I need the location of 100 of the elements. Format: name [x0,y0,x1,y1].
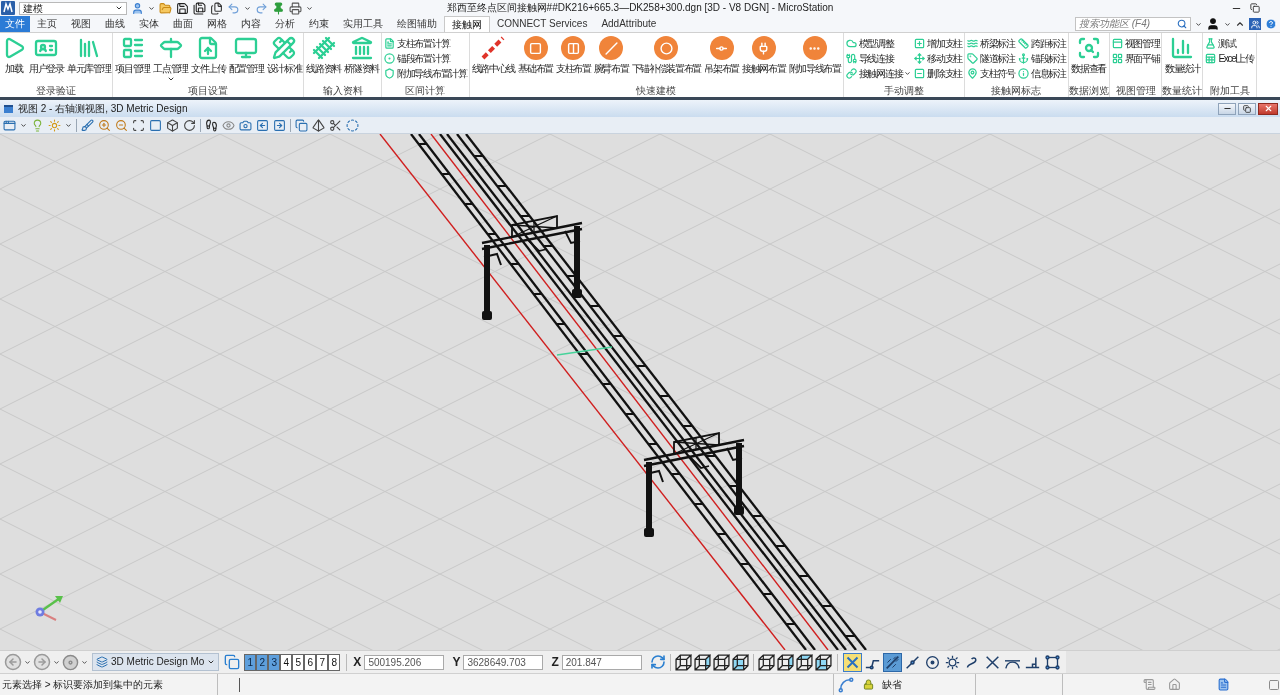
square-icon[interactable] [149,118,162,132]
view-cube-icon[interactable] [757,653,775,671]
square-arrow-left-icon[interactable] [256,118,269,132]
ribbon-tab[interactable]: 主页 [30,16,64,32]
view-number-button[interactable]: 1 [244,653,257,671]
save-all-icon[interactable] [193,1,206,15]
ribbon-button[interactable]: 接触网连接 [845,66,912,81]
ribbon-button[interactable]: 设计标准 [266,33,302,83]
ribbon-button[interactable]: 信息标注 [1017,66,1066,81]
view-cube-icon[interactable] [814,653,832,671]
footprints-icon[interactable] [205,118,218,132]
view-cube-icon[interactable] [693,653,711,671]
app-logo-icon[interactable] [1,1,15,15]
view-number-button[interactable]: 6 [304,653,317,671]
close-button[interactable] [1258,102,1278,115]
view-number-button[interactable]: 5 [292,653,305,671]
pyramid-icon[interactable] [312,118,325,132]
people-icon[interactable] [1249,18,1261,30]
ribbon-button[interactable]: 数量统计 [1165,33,1200,83]
ribbon-button[interactable]: 界面平铺 [1111,51,1160,66]
spline-icon[interactable] [837,675,856,694]
view-number-button[interactable]: 8 [328,653,341,671]
snap-button[interactable] [1042,652,1062,672]
document-icon[interactable] [1217,678,1230,691]
view-cube-icon[interactable] [795,653,813,671]
view-group-dropdown[interactable]: 3D Metric Design Mo [92,653,220,671]
caret-icon[interactable] [904,70,912,77]
coordinate-field[interactable]: 3628649.703 [463,654,544,670]
view-cube-icon[interactable] [712,653,730,671]
save-icon[interactable] [176,1,189,15]
snap-button[interactable] [842,652,862,672]
ribbon-tab[interactable]: 接触网 [444,16,490,32]
ribbon-button[interactable]: 腕臂布置 [593,33,629,83]
ribbon-tab[interactable]: 网格 [200,16,234,32]
minimize-button[interactable] [1218,102,1236,115]
camera-icon[interactable] [239,118,252,132]
ribbon-button[interactable]: 导线连接 [845,51,912,66]
ribbon-tab[interactable]: 分析 [268,16,302,32]
ribbon-button[interactable]: 工点管理 [153,33,188,83]
ribbon-button[interactable]: 支柱符号 [967,66,1015,81]
ribbon-button[interactable]: 移动支柱 [914,51,963,66]
ribbon-button[interactable]: 隧道标注 [967,51,1015,66]
scroll-icon[interactable] [1143,678,1156,691]
ribbon-button[interactable]: 附加导线布置 [788,33,841,83]
ribbon-button[interactable]: 吊架布置 [704,33,739,83]
ribbon-button[interactable]: 数据查看 [1071,33,1107,83]
ribbon-button[interactable]: 锚段布置计算 [384,51,467,66]
ribbon-button[interactable]: 接触网布置 [742,33,786,83]
restore-button[interactable] [1238,102,1256,115]
scan-frame-icon[interactable] [132,118,145,132]
user-icon[interactable] [1206,17,1220,31]
window-icon[interactable] [3,118,16,132]
ribbon-tab[interactable]: 实用工具 [336,16,390,32]
ribbon-button[interactable]: 线路中心线 [471,33,516,83]
snap-button[interactable] [882,652,902,672]
ribbon-button[interactable]: 项目管理 [115,33,151,83]
view-number-button[interactable]: 2 [256,653,269,671]
house-icon[interactable] [1168,678,1181,691]
coordinate-field[interactable]: 201.847 [561,654,642,670]
help-icon[interactable] [1265,18,1277,30]
search-field[interactable]: 搜索功能区 (F4) [1075,17,1191,31]
ribbon-button[interactable]: 用户登录 [29,33,64,83]
ribbon-tab[interactable]: 约束 [302,16,336,32]
ribbon-button[interactable]: 基础布置 [518,33,553,83]
overlapping-squares-icon[interactable] [295,118,308,132]
ribbon-button[interactable]: 删除支柱 [914,66,963,81]
workflow-dropdown[interactable]: 建模 [19,1,127,15]
disk-icon[interactable] [62,653,79,671]
ribbon-button[interactable]: 下锚补偿装置布置 [631,33,702,83]
zoom-in-icon[interactable] [98,118,111,132]
ribbon-button[interactable]: 支柱布置 [555,33,591,83]
ribbon-button[interactable]: 桥隧资料 [344,33,379,83]
ribbon-tab[interactable]: AddAttribute [594,16,664,32]
ribbon-button[interactable]: 锚段标注 [1017,51,1066,66]
view-cube-icon[interactable] [674,653,692,671]
ribbon-button[interactable]: 线路资料 [306,33,342,83]
rotate-icon[interactable] [183,118,196,132]
pin-icon[interactable] [272,1,285,15]
ribbon-button[interactable]: 单元库管理 [66,33,111,83]
ribbon-tab[interactable]: 实体 [132,16,166,32]
ribbon-tab[interactable]: 内容 [234,16,268,32]
restore-icon[interactable] [1250,3,1260,13]
view-number-button[interactable]: 7 [316,653,329,671]
active-level[interactable]: 缺省 [882,678,903,691]
ribbon-button[interactable]: Excel上传 [1205,51,1254,66]
circular-arrows-icon[interactable] [649,654,666,670]
ribbon-button[interactable]: 模型调整 [845,36,912,51]
scissors-icon[interactable] [329,118,342,132]
lock-icon[interactable] [863,679,875,690]
view-number-button[interactable]: 3 [268,653,281,671]
ribbon-button[interactable]: 增加支柱 [914,36,963,51]
view-number-button[interactable]: 4 [280,653,293,671]
ribbon-button[interactable]: 配置管理 [228,33,264,83]
ribbon-tab[interactable]: 曲面 [166,16,200,32]
caret-icon[interactable] [115,4,123,12]
ribbon-button[interactable]: 文件上传 [190,33,226,83]
view-cube-icon[interactable] [776,653,794,671]
view-cube-icon[interactable] [731,653,749,671]
brush-icon[interactable] [81,118,94,132]
square-icon[interactable] [1268,678,1280,691]
